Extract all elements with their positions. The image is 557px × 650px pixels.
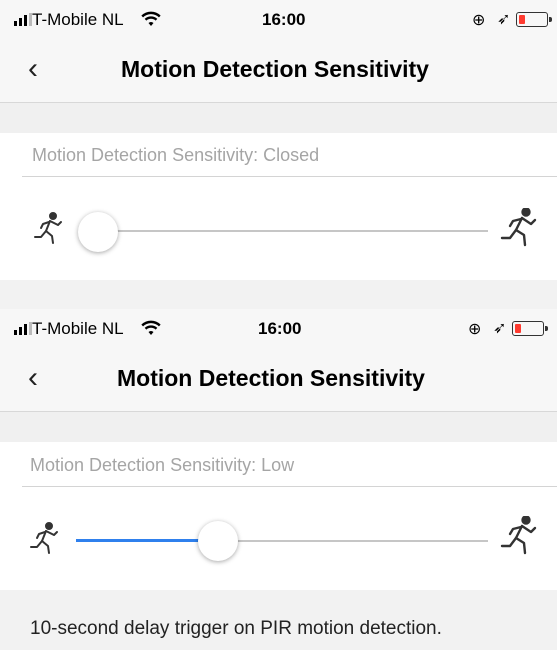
status-bar: T-Mobile NL 16:00 ⊕ ➶ <box>0 0 557 40</box>
status-bar: T-Mobile NL 16:00 ⊕ ➶ <box>0 309 557 349</box>
battery-icon <box>512 321 548 336</box>
page-title: Motion Detection Sensitivity <box>121 56 429 82</box>
wifi-icon <box>141 11 161 26</box>
description-panel: 10-second delay trigger on PIR motion de… <box>0 590 557 650</box>
divider <box>22 486 557 487</box>
carrier-label: T-Mobile NL <box>32 10 124 29</box>
walking-person-icon <box>34 212 62 244</box>
slider-track[interactable] <box>82 230 488 232</box>
orientation-lock-icon: ⊕ <box>472 12 486 29</box>
slider-fill <box>76 539 216 542</box>
signal-icon <box>14 322 32 335</box>
slider-thumb[interactable] <box>198 521 238 561</box>
location-arrow-icon: ➶ <box>497 11 511 28</box>
slider-thumb[interactable] <box>78 212 118 252</box>
wifi-icon <box>141 320 161 335</box>
walking-person-icon <box>30 522 58 554</box>
section-spacer <box>0 103 557 133</box>
screen-low: T-Mobile NL 16:00 ⊕ ➶ ‹ Motion Detection… <box>0 309 557 650</box>
back-chevron-icon[interactable]: ‹ <box>28 52 38 86</box>
divider <box>22 176 557 177</box>
sensitivity-label: Motion Detection Sensitivity: Closed <box>32 145 320 165</box>
carrier-label: T-Mobile NL <box>32 319 124 338</box>
orientation-lock-icon: ⊕ <box>468 321 482 338</box>
signal-icon <box>14 13 32 26</box>
page-title: Motion Detection Sensitivity <box>117 365 425 391</box>
running-person-icon <box>500 516 537 555</box>
clock: 16:00 <box>262 10 306 29</box>
section-spacer <box>0 412 557 442</box>
nav-bar: ‹ Motion Detection Sensitivity <box>0 349 557 412</box>
screen-closed: T-Mobile NL 16:00 ⊕ ➶ ‹ Motion Detection… <box>0 0 557 309</box>
battery-icon <box>516 12 552 27</box>
clock: 16:00 <box>258 319 302 338</box>
sensitivity-description: 10-second delay trigger on PIR motion de… <box>30 618 442 639</box>
location-arrow-icon: ➶ <box>493 320 507 337</box>
back-chevron-icon[interactable]: ‹ <box>28 361 38 395</box>
sensitivity-label: Motion Detection Sensitivity: Low <box>30 455 295 475</box>
section-spacer <box>0 280 557 309</box>
running-person-icon <box>500 208 537 247</box>
nav-bar: ‹ Motion Detection Sensitivity <box>0 40 557 103</box>
